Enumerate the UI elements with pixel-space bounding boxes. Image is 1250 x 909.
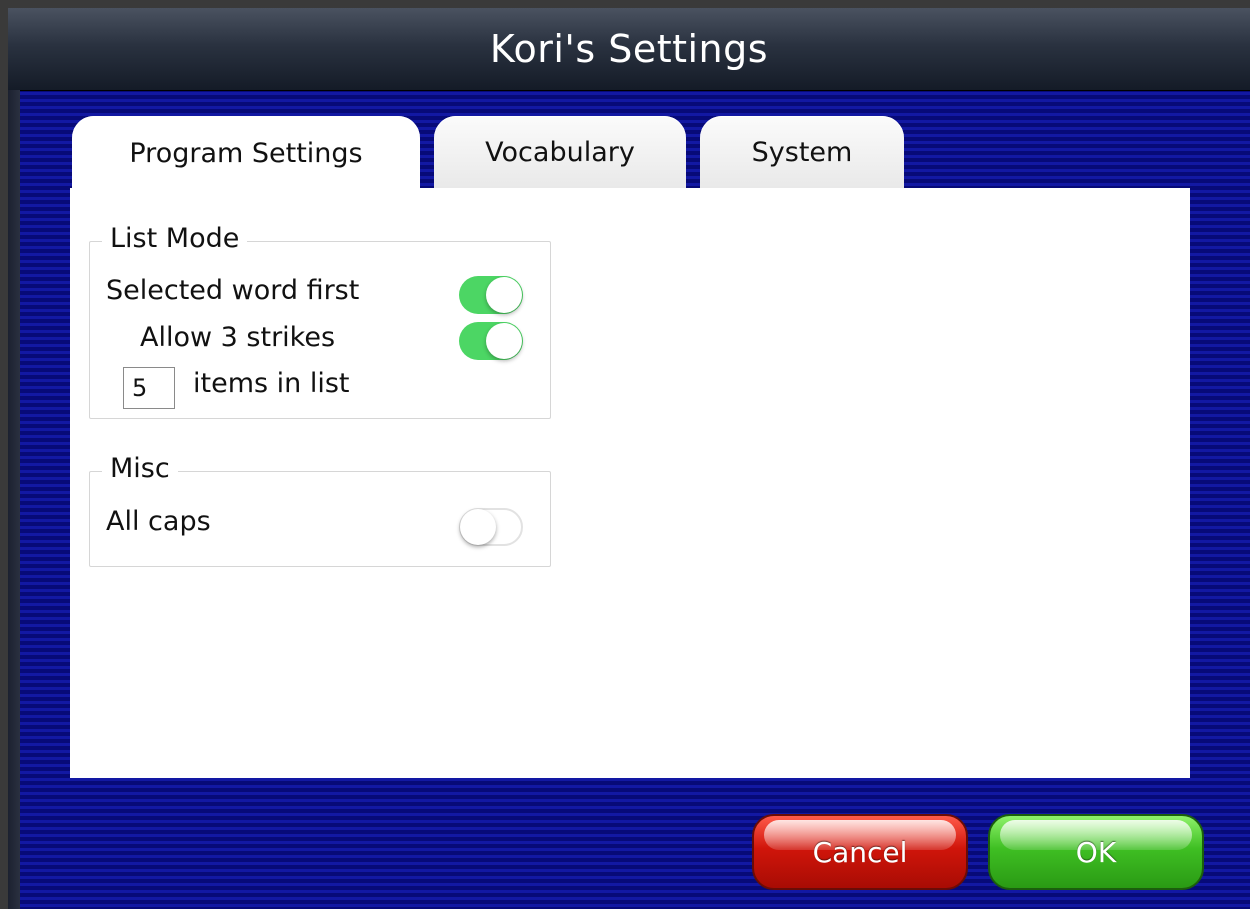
tab-vocabulary[interactable]: Vocabulary — [434, 116, 686, 188]
items-in-list-input[interactable]: 5 — [123, 367, 175, 409]
ok-button-label: OK — [1075, 835, 1117, 869]
cancel-button-label: Cancel — [812, 835, 908, 869]
program-settings-panel: List Mode Selected word first Allow 3 st… — [70, 188, 1190, 778]
settings-window: Kori's Settings Program Settings Vocabul… — [8, 8, 1250, 909]
items-in-list-label: items in list — [193, 368, 350, 399]
misc-legend: Misc — [102, 453, 178, 484]
toggle-knob — [460, 509, 496, 545]
all-caps-toggle[interactable] — [459, 508, 523, 546]
list-mode-legend: List Mode — [102, 223, 248, 254]
list-mode-group: List Mode Selected word first Allow 3 st… — [89, 223, 551, 419]
all-caps-label: All caps — [106, 506, 211, 537]
tab-system[interactable]: System — [700, 116, 904, 188]
selected-word-first-label: Selected word first — [106, 275, 360, 306]
toggle-knob — [486, 277, 522, 313]
title-bar: Kori's Settings — [8, 8, 1250, 91]
selected-word-first-toggle[interactable] — [459, 276, 523, 314]
window-left-edge — [8, 90, 20, 909]
misc-group: Misc All caps — [89, 453, 551, 567]
allow-3-strikes-toggle[interactable] — [459, 322, 523, 360]
cancel-button[interactable]: Cancel — [752, 814, 968, 890]
window-title: Kori's Settings — [489, 27, 769, 71]
allow-3-strikes-label: Allow 3 strikes — [140, 322, 336, 353]
tab-program-settings[interactable]: Program Settings — [72, 116, 420, 190]
toggle-knob — [486, 323, 522, 359]
ok-button[interactable]: OK — [988, 814, 1204, 890]
